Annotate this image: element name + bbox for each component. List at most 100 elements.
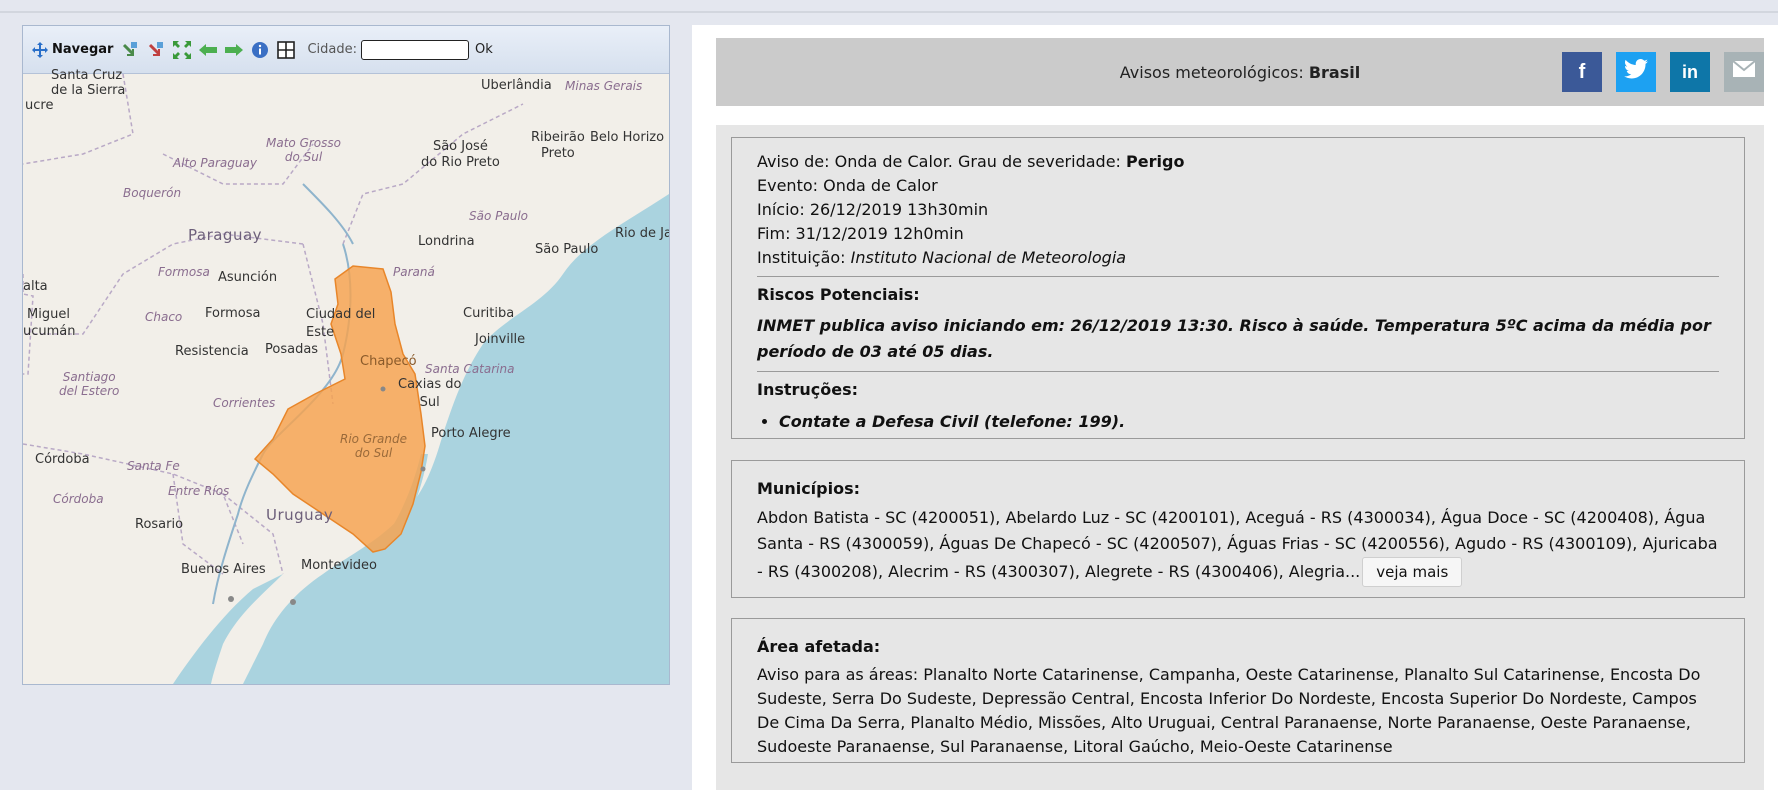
label-uruguay: Uruguay bbox=[266, 506, 334, 524]
label-alto-paraguay: Alto Paraguay bbox=[173, 156, 257, 170]
map-toolbar: Navegar Cidade: Ok bbox=[23, 26, 669, 74]
zoom-out-icon bbox=[147, 41, 165, 59]
full-extent-button[interactable] bbox=[173, 40, 192, 59]
email-share-button[interactable] bbox=[1724, 52, 1764, 92]
label-parana: Paraná bbox=[393, 265, 435, 279]
label-santa-catarina: Santa Catarina bbox=[425, 362, 515, 376]
label-paraguay: Paraguay bbox=[188, 226, 263, 244]
top-divider bbox=[0, 11, 1778, 13]
institution-label: Instituição: bbox=[757, 248, 846, 267]
divider bbox=[757, 371, 1719, 372]
label-resistencia: Resistencia bbox=[175, 344, 249, 359]
next-view-button[interactable] bbox=[225, 41, 244, 59]
instructions-title: Instruções: bbox=[757, 380, 859, 399]
institution-name: Instituto Nacional de Meteorologia bbox=[850, 248, 1127, 267]
municipalities-title: Municípios: bbox=[757, 479, 861, 498]
municipalities-list: Abdon Batista - SC (4200051), Abelardo L… bbox=[757, 505, 1719, 587]
alert-event: Evento: Onda de Calor bbox=[757, 176, 938, 195]
facebook-share-button[interactable]: f bbox=[1562, 52, 1602, 92]
label-miguel: Miguel bbox=[27, 307, 70, 322]
share-icons: f in bbox=[1548, 52, 1764, 92]
grid-button[interactable] bbox=[277, 40, 296, 59]
grid-icon bbox=[277, 40, 296, 59]
instructions-list: Contate a Defesa Civil (telefone: 199). bbox=[757, 410, 1719, 434]
risks-title: Riscos Potenciais: bbox=[757, 285, 920, 304]
twitter-icon bbox=[1624, 59, 1648, 85]
label-entre-rios: Entre Ríos bbox=[168, 484, 230, 498]
label-formosa-region: Formosa bbox=[158, 265, 210, 279]
alert-end: Fim: 31/12/2019 12h0min bbox=[757, 224, 964, 243]
risks-text: INMET publica aviso iniciando em: 26/12/… bbox=[757, 316, 1711, 361]
label-mato-grosso-do-sul: Mato Grosso do Sul bbox=[266, 136, 341, 164]
municipalities-card: Municípios: Abdon Batista - SC (4200051)… bbox=[731, 460, 1745, 598]
linkedin-share-button[interactable]: in bbox=[1670, 52, 1710, 92]
alert-start: Início: 26/12/2019 13h30min bbox=[757, 200, 989, 219]
label-asuncion: Asunción bbox=[218, 270, 278, 285]
label-montevideo: Montevideo bbox=[301, 558, 378, 573]
label-posadas: Posadas bbox=[265, 342, 319, 357]
move-arrows-icon bbox=[31, 41, 49, 59]
map-panel: Navegar Cidade: Ok Santa Cruz de la Sier… bbox=[22, 25, 670, 685]
label-rio-de-janeiro: Rio de Ja bbox=[615, 226, 670, 241]
alert-summary: Aviso de: Onda de Calor. Grau de severid… bbox=[757, 150, 1719, 174]
label-sao-jose-rio-preto: São José do Rio Preto bbox=[421, 139, 500, 170]
affected-area-title: Área afetada: bbox=[757, 637, 881, 656]
label-minas-gerais: Minas Gerais bbox=[565, 79, 643, 93]
label-santa-fe: Santa Fe bbox=[127, 459, 180, 473]
label-formosa: Formosa bbox=[205, 306, 261, 321]
municipalities-text: Abdon Batista - SC (4200051), Abelardo L… bbox=[757, 508, 1718, 581]
zoom-in-icon bbox=[121, 41, 139, 59]
page-title-country: Brasil bbox=[1308, 62, 1361, 82]
info-button[interactable] bbox=[251, 41, 269, 59]
label-sucre: ucre bbox=[25, 98, 54, 113]
label-uberlandia: Uberlândia bbox=[481, 78, 552, 93]
city-ok-button[interactable]: Ok bbox=[475, 42, 493, 57]
twitter-share-button[interactable] bbox=[1616, 52, 1656, 92]
arrow-left-icon bbox=[199, 41, 218, 59]
map-svg bbox=[23, 74, 669, 684]
label-boqueron: Boquerón bbox=[123, 186, 182, 200]
facebook-icon: f bbox=[1578, 60, 1586, 83]
instruction-item: Contate a Defesa Civil (telefone: 199). bbox=[779, 410, 1719, 434]
label-porto-alegre: Porto Alegre bbox=[431, 426, 511, 441]
label-cordoba-city: Córdoba bbox=[35, 452, 90, 467]
label-ribeirao-preto: Ribeirão Preto bbox=[531, 130, 585, 161]
label-rosario: Rosario bbox=[135, 517, 184, 532]
map-canvas[interactable]: Santa Cruz de la Sierra ucre Uberlândia … bbox=[23, 68, 670, 684]
page-title-prefix: Avisos meteorológicos: bbox=[1119, 62, 1304, 82]
info-icon bbox=[251, 41, 269, 59]
label-belo-horizonte: Belo Horizo bbox=[590, 130, 665, 145]
zoom-in-button[interactable] bbox=[121, 41, 139, 59]
alert-type: Aviso de: Onda de Calor. Grau de severid… bbox=[757, 152, 1121, 171]
city-search-input[interactable] bbox=[360, 39, 469, 60]
label-curitiba: Curitiba bbox=[463, 306, 515, 321]
label-santiago-del-estero: Santiago del Estero bbox=[59, 370, 120, 398]
arrow-right-icon bbox=[225, 41, 244, 59]
label-tucuman: ucumán bbox=[23, 324, 76, 339]
previous-view-button[interactable] bbox=[199, 41, 218, 59]
navigate-label: Navegar bbox=[52, 42, 114, 57]
label-alta: alta bbox=[23, 279, 48, 294]
warning-details-column: Avisos meteorológicos: Brasil f in Aviso… bbox=[692, 25, 1778, 790]
show-more-button[interactable]: veja mais bbox=[1362, 557, 1463, 587]
label-joinville: Joinville bbox=[475, 332, 526, 347]
label-caxias-do-sul: Caxias do Sul bbox=[398, 377, 462, 410]
content-area: Aviso de: Onda de Calor. Grau de severid… bbox=[716, 125, 1764, 790]
zoom-out-button[interactable] bbox=[147, 41, 165, 59]
affected-area-card: Área afetada: Aviso para as áreas: Plana… bbox=[731, 618, 1745, 763]
city-label: Cidade: bbox=[307, 42, 357, 57]
label-buenos-aires: Buenos Aires bbox=[181, 562, 266, 577]
alert-severity: Perigo bbox=[1126, 152, 1185, 171]
alert-institution: Instituição: Instituto Nacional de Meteo… bbox=[757, 246, 1719, 270]
label-londrina: Londrina bbox=[418, 234, 475, 249]
label-sao-paulo-state: São Paulo bbox=[469, 209, 528, 223]
label-santa-cruz: Santa Cruz de la Sierra bbox=[51, 68, 126, 98]
header-bar: Avisos meteorológicos: Brasil f in bbox=[716, 38, 1764, 106]
divider bbox=[757, 276, 1719, 277]
label-cordoba-region: Córdoba bbox=[53, 492, 104, 506]
affected-area-text: Aviso para as áreas: Planalto Norte Cata… bbox=[757, 665, 1701, 756]
navigate-button[interactable]: Navegar bbox=[31, 41, 113, 59]
label-corrientes: Corrientes bbox=[213, 396, 276, 410]
label-sao-paulo: São Paulo bbox=[535, 242, 599, 257]
label-chapeco: Chapecó bbox=[360, 354, 417, 369]
